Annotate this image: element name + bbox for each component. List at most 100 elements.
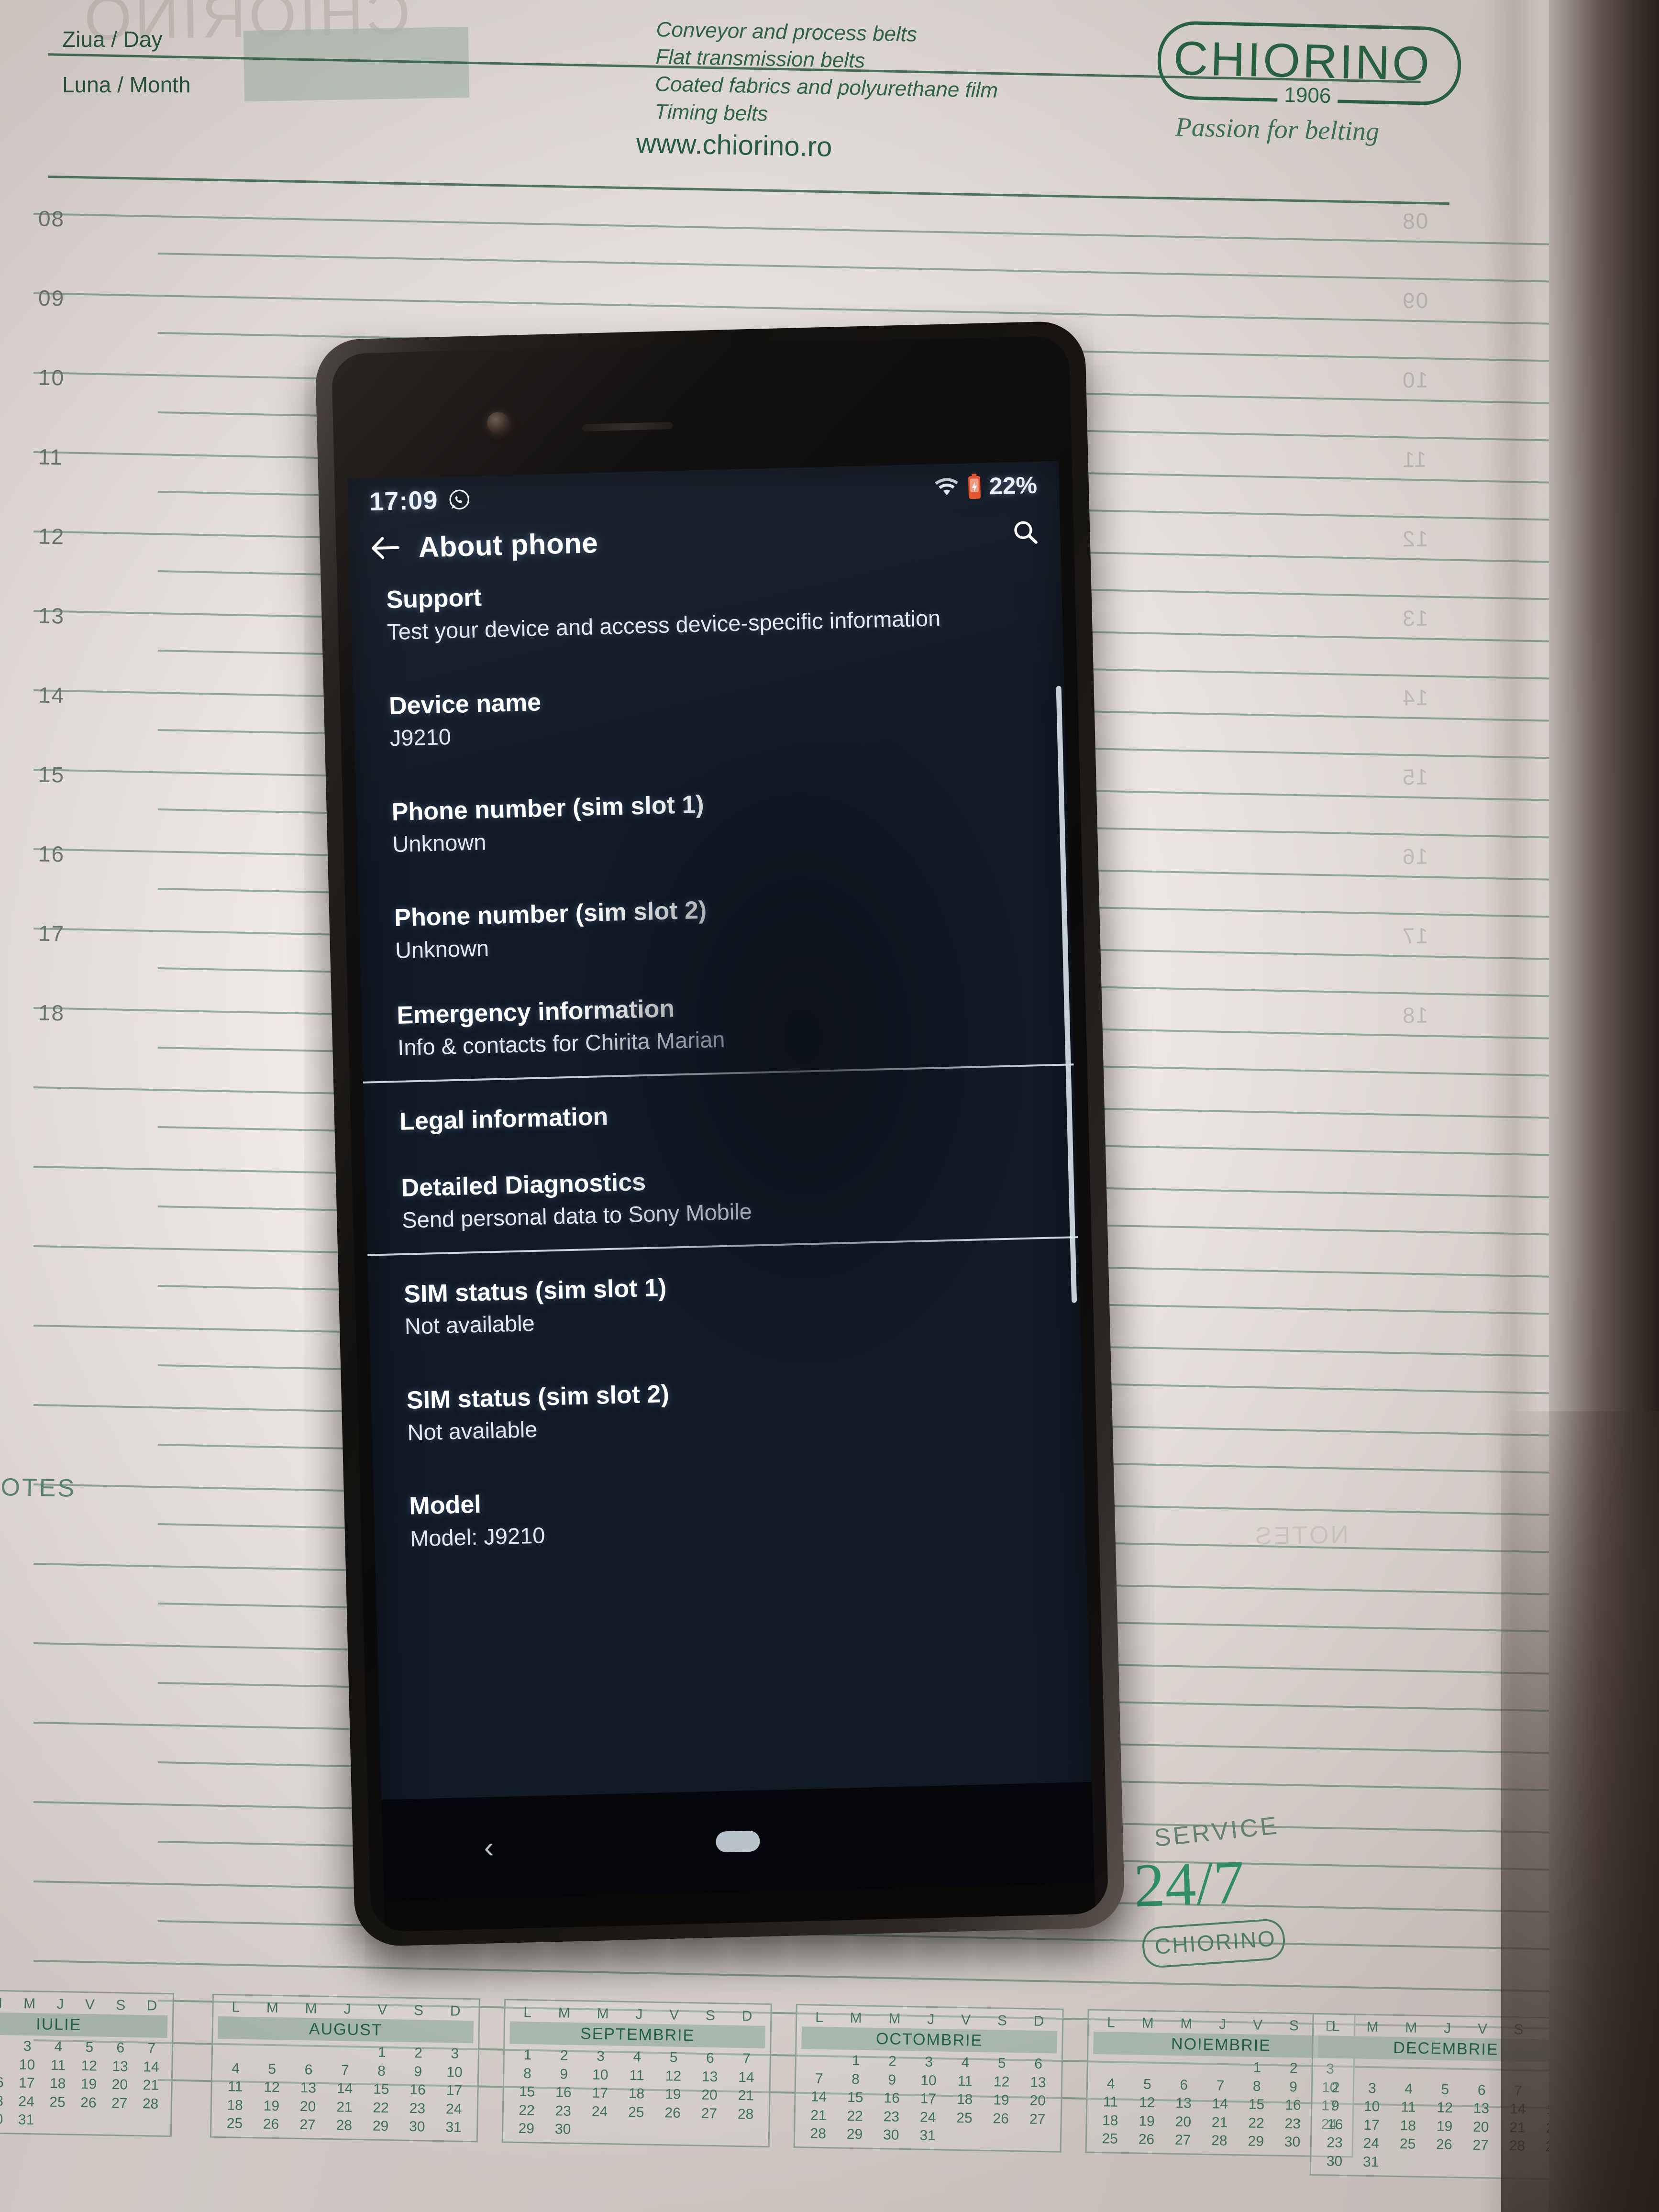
calendar-day: 2 — [0, 2037, 12, 2054]
calendar-blank — [218, 2042, 254, 2058]
calendar-dow: S — [1289, 2017, 1299, 2034]
calendar-dow: V — [1252, 2017, 1263, 2034]
calendar-dow: M — [1405, 2020, 1417, 2036]
calendar-day: 22 — [373, 2100, 389, 2116]
back-arrow-icon[interactable] — [370, 536, 400, 561]
logo-outline: CHIORINO 1906 — [1157, 20, 1462, 109]
calendar-dow: S — [997, 2013, 1007, 2029]
calendar-blank — [801, 2052, 838, 2068]
calendar-day: 29 — [372, 2118, 389, 2135]
calendar-dow: V — [669, 2007, 679, 2023]
status-bar-left: 17:09 — [369, 485, 471, 517]
calendar-day: 31 — [445, 2119, 462, 2136]
calendar-day: 28 — [810, 2125, 827, 2142]
calendar-day: 8 — [851, 2071, 860, 2087]
calendar-month: L M M J V S D SEPTEMBRIE 1 2 3 4 5 6 7 8 9 10 11 12 13 14 15 16… — [501, 1999, 772, 2148]
calendar-day: 26 — [1436, 2136, 1452, 2153]
calendar-day: 10 — [920, 2072, 937, 2089]
calendar-day: 2 — [414, 2045, 423, 2061]
calendar-dow: S — [115, 1997, 126, 2013]
calendar-day: 11 — [50, 2057, 66, 2073]
calendar-day: 12 — [264, 2079, 280, 2096]
calendar-day: 11 — [1103, 2094, 1118, 2110]
calendar-day: 28 — [142, 2095, 159, 2112]
calendar-day: 13 — [1029, 2074, 1046, 2090]
calendar-day: 26 — [993, 2110, 1009, 2127]
calendar-day: 3 — [451, 2046, 459, 2062]
calendar-dow: D — [1033, 2013, 1044, 2030]
planner-hour-label-mirrored: 16 — [1401, 843, 1428, 869]
calendar-grid: 1234567891011121314151617181920212223242… — [0, 2034, 167, 2131]
calendar-day: 1 — [852, 2053, 860, 2069]
calendar-dow: J — [1218, 2016, 1227, 2033]
planner-month-label: Luna / Month — [62, 72, 191, 97]
calendar-day: 7 — [341, 2062, 349, 2079]
home-indicator[interactable] — [715, 1830, 760, 1853]
search-icon[interactable] — [1011, 518, 1040, 546]
calendar-day: 10 — [1363, 2098, 1380, 2115]
planner-hour-label-mirrored: 18 — [1401, 1002, 1428, 1028]
calendar-day: 24 — [919, 2109, 936, 2125]
calendar-dow: M — [558, 2005, 571, 2021]
calendar-day: 24 — [591, 2103, 608, 2120]
calendar-day: 5 — [85, 2039, 94, 2056]
calendar-day: 25 — [628, 2104, 644, 2121]
calendar-day: 9 — [414, 2063, 422, 2079]
planner-hour-label: 10 — [38, 365, 65, 390]
calendar-day: 25 — [226, 2115, 243, 2132]
planner-header-rule-2 — [48, 175, 1449, 205]
brand-products: Conveyor and process belts Flat transmiss… — [654, 16, 999, 132]
calendar-day: 28 — [737, 2106, 754, 2123]
calendar-grid: 1234567891011121314151617181920212223242… — [508, 2044, 765, 2141]
calendar-day: 18 — [227, 2097, 243, 2113]
calendar-dow: J — [56, 1996, 64, 2013]
planner-hour-label-mirrored: 17 — [1401, 923, 1428, 949]
calendar-blank — [1427, 2063, 1464, 2079]
calendar-day: 16 — [0, 2074, 4, 2091]
calendar-day: 7 — [147, 2040, 156, 2057]
calendar-day: 29 — [846, 2126, 863, 2143]
planner-hour-label-mirrored: 15 — [1401, 764, 1428, 790]
calendar-day: 12 — [1139, 2094, 1155, 2111]
calendar-day: 14 — [738, 2069, 754, 2086]
calendar-day: 20 — [1175, 2113, 1192, 2130]
calendar-dow: M — [597, 2005, 609, 2022]
calendar-day: 9 — [0, 2056, 11, 2073]
front-camera-icon — [487, 411, 509, 434]
calendar-day: 27 — [299, 2117, 316, 2133]
calendar-day: 10 — [592, 2067, 608, 2083]
calendar-day: 30 — [409, 2119, 425, 2135]
calendar-day: 11 — [227, 2079, 243, 2095]
calendar-day: 24 — [18, 2093, 35, 2110]
calendar-day: 30 — [1284, 2134, 1301, 2150]
planner-hour-label-mirrored: 10 — [1401, 367, 1428, 393]
calendar-day: 21 — [738, 2088, 754, 2104]
calendar-day: 29 — [1248, 2133, 1264, 2150]
calendar-day: 9 — [1331, 2098, 1340, 2114]
calendar-day: 8 — [1252, 2078, 1261, 2094]
calendar-day: 7 — [1216, 2077, 1225, 2094]
calendar-day: 19 — [1139, 2113, 1155, 2129]
calendar-day: 24 — [445, 2101, 462, 2117]
planner-hour-label: 12 — [38, 523, 65, 549]
calendar-day: 13 — [701, 2068, 718, 2085]
calendar-day: 20 — [1029, 2092, 1046, 2109]
calendar-blank — [254, 2042, 291, 2059]
calendar-day: 27 — [1029, 2111, 1046, 2127]
calendar-day: 3 — [23, 2038, 32, 2055]
calendar-dow: L — [815, 2009, 824, 2025]
planner-hour-label: 14 — [38, 682, 65, 708]
nav-back-icon[interactable]: ‹ — [484, 1831, 494, 1864]
calendar-day: 25 — [1399, 2136, 1416, 2153]
calendar-day: 6 — [1034, 2056, 1043, 2072]
calendar-day: 11 — [629, 2067, 645, 2084]
page-title: About phone — [418, 527, 598, 564]
calendar-day: 21 — [336, 2099, 353, 2115]
calendar-day: 21 — [143, 2077, 159, 2093]
planner-hour-label: 18 — [38, 1000, 65, 1026]
calendar-day: 18 — [628, 2086, 645, 2102]
calendar-day: 30 — [0, 2111, 3, 2128]
calendar-month: L M M J V S D OCTOMBRIE 1 2 3 4 5 6 7 8 9 10 11 12 13 14 15 16 1… — [793, 2003, 1064, 2153]
calendar-day: 16 — [884, 2090, 900, 2106]
logo-wordmark: CHIORINO — [1172, 31, 1433, 91]
